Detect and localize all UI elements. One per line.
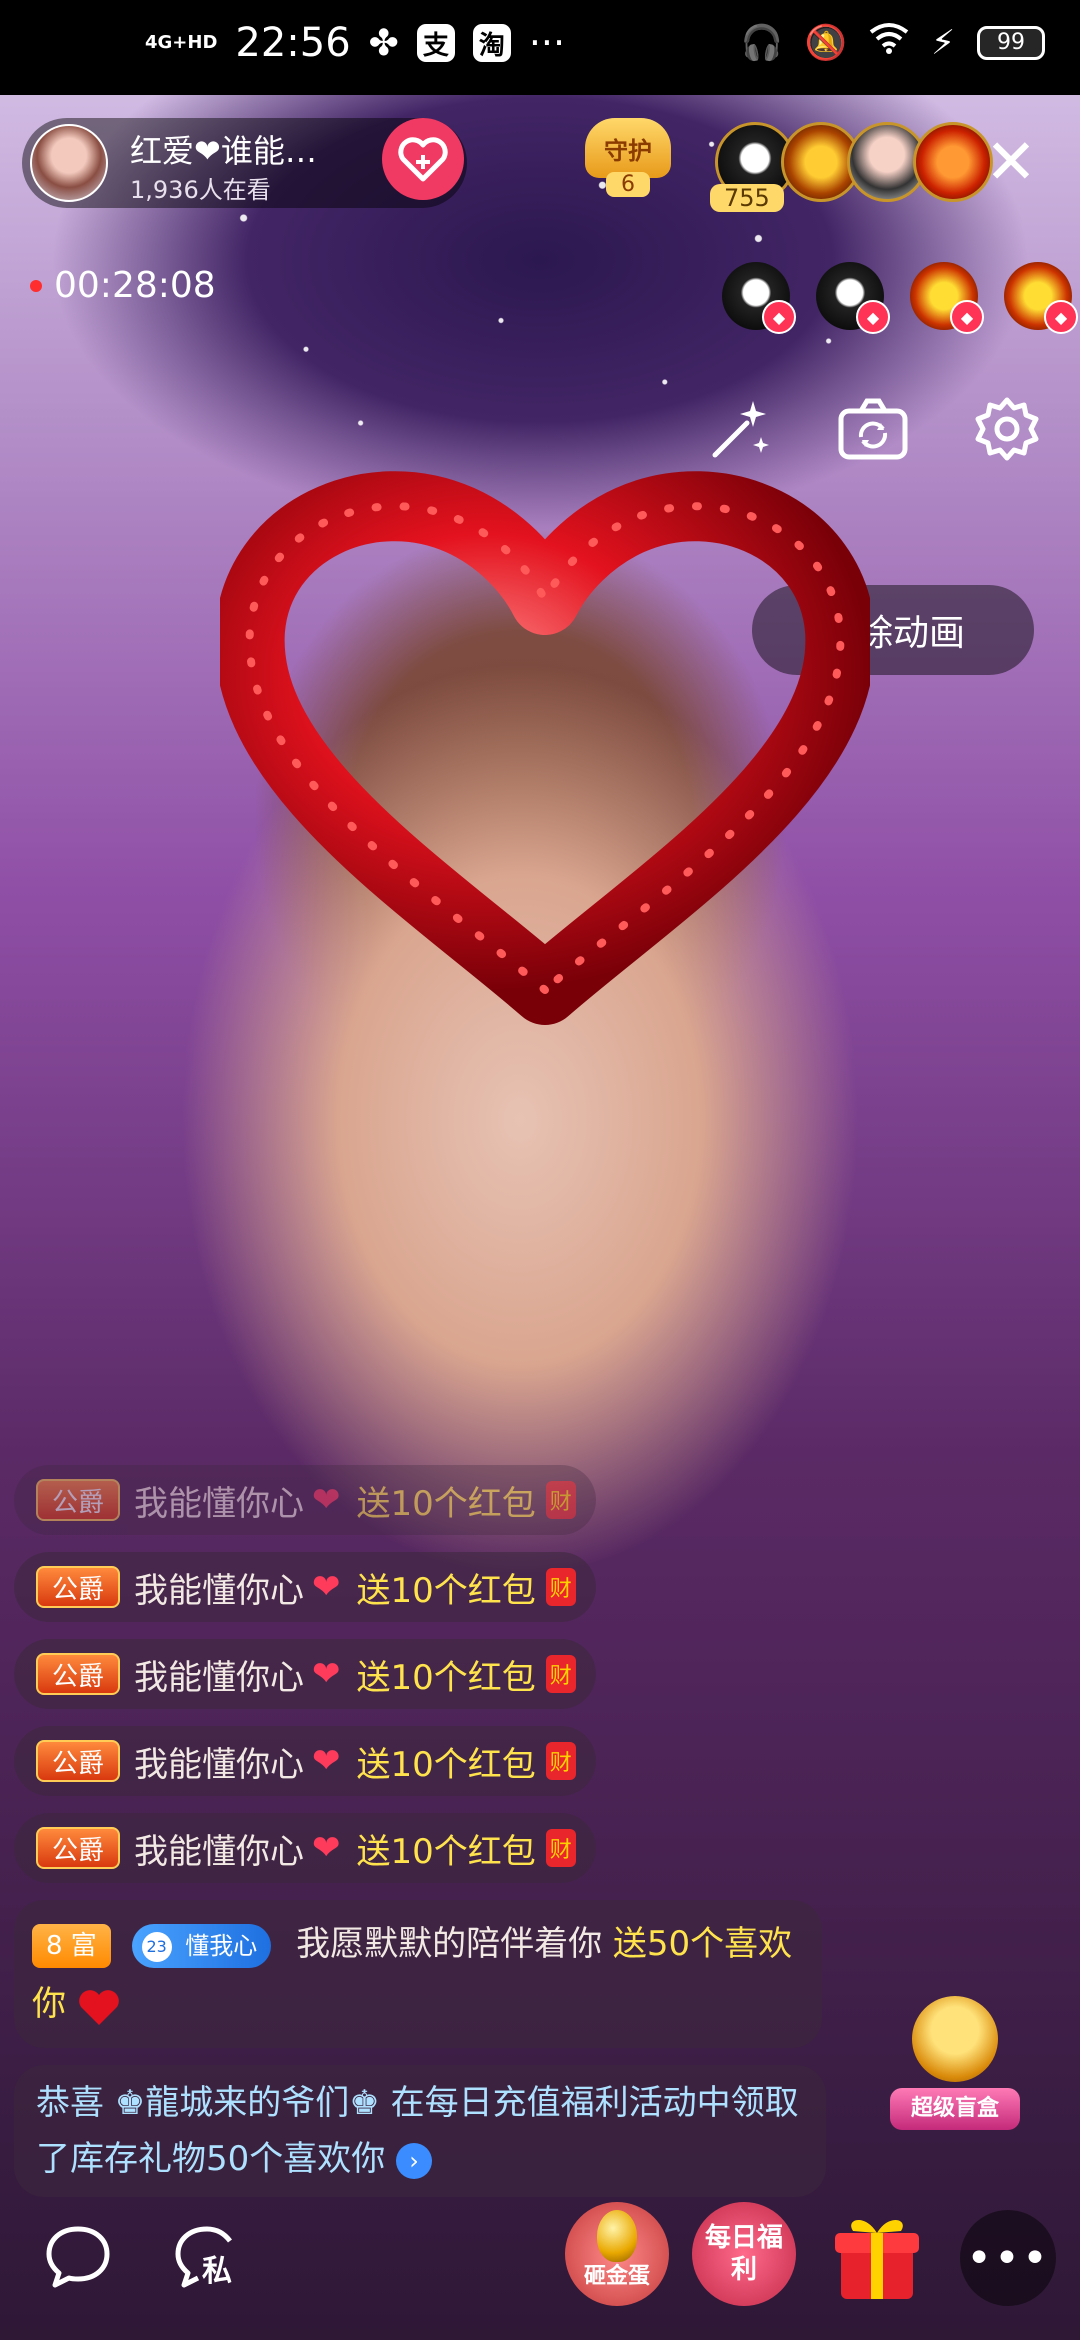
seat-icon: ◆ <box>762 300 796 334</box>
red-packet-icon: 财 <box>545 1655 576 1693</box>
beauty-wand-icon[interactable] <box>700 390 778 468</box>
guardian-avatar[interactable]: ◆ <box>910 262 984 334</box>
live-duration: 00:28:08 <box>54 265 216 306</box>
heart-ball-icon <box>77 1986 121 2026</box>
host-name: 红爱❤谁能… <box>130 132 317 170</box>
gift-text: 送10个红包 <box>356 1570 536 1611</box>
system-message[interactable]: 恭喜 ♚龍城来的爷们♚ 在每日充值福利活动中领取了库存礼物50个喜欢你 › <box>14 2065 826 2197</box>
mystery-box-icon <box>912 1996 998 2082</box>
guardian-label: 守护 <box>585 118 671 178</box>
top-viewer-score: 755 <box>710 184 784 212</box>
golden-egg-button[interactable]: 砸金蛋 <box>565 2202 669 2306</box>
status-bar: 4G+HD 22:56 ✤ 支 淘 ··· 🎧 🔕 ⚡ 99 <box>0 0 1080 95</box>
network-indicator: 4G+HD <box>145 32 218 53</box>
rank-badge: 公爵 <box>36 1740 121 1782</box>
fan-club-badge: 23 懂我心 <box>131 1923 272 1968</box>
heart-plus-icon <box>398 137 448 182</box>
wifi-icon <box>869 22 909 63</box>
golden-egg-icon <box>597 2210 637 2262</box>
gift-button[interactable] <box>822 2200 932 2310</box>
fan-level: 23 <box>141 1931 172 1962</box>
heart-icon: ❤ <box>312 1741 341 1781</box>
battery-icon: 99 <box>977 25 1045 60</box>
chat-message[interactable]: 公爵 我能懂你心 ❤ 送10个红包 财 <box>14 1552 596 1622</box>
chat-message[interactable]: 公爵 我能懂你心 ❤ 送10个红包 财 <box>14 1726 596 1796</box>
gift-box-icon <box>835 2219 919 2299</box>
alipay-icon: 支 <box>416 24 455 62</box>
guardian-badge[interactable]: 守护 6 <box>585 118 671 208</box>
chat-message[interactable]: 公爵 我能懂你心 ❤ 送10个红包 财 <box>14 1465 596 1535</box>
red-packet-icon: 财 <box>545 1568 576 1606</box>
more-dots-icon: ••• <box>966 2232 1050 2284</box>
guardian-avatar[interactable]: ◆ <box>1004 262 1078 334</box>
rich-level-badge: 8 富 <box>32 1923 111 1968</box>
mystery-box-label: 超级盲盒 <box>890 2088 1020 2130</box>
charging-icon: ⚡ <box>931 22 955 63</box>
gift-text: 送10个红包 <box>356 1657 536 1698</box>
viewer-avatar[interactable] <box>913 122 993 202</box>
private-message-button[interactable]: 私 <box>158 2206 258 2306</box>
close-icon[interactable]: ✕ <box>985 131 1037 193</box>
red-packet-icon: 财 <box>545 1829 576 1867</box>
rank-badge: 公爵 <box>36 1479 121 1521</box>
heart-icon: ❤ <box>312 1654 341 1694</box>
guardian-avatar[interactable]: ◆ <box>816 262 890 334</box>
chat-message[interactable]: 公爵 我能懂你心 ❤ 送10个红包 财 <box>14 1813 596 1883</box>
gift-text: 送10个红包 <box>356 1744 536 1785</box>
private-label: 私 <box>202 2254 232 2289</box>
daily-welfare-button[interactable]: 每日福利 <box>692 2202 796 2306</box>
chat-message[interactable]: 公爵 我能懂你心 ❤ 送10个红包 财 <box>14 1639 596 1709</box>
heart-icon: ❤ <box>312 1567 341 1607</box>
gift-text: 送10个红包 <box>356 1483 536 1524</box>
guardian-avatar[interactable]: ◆ <box>722 262 796 334</box>
fan-club-name: 懂我心 <box>185 1931 258 1960</box>
chat-username[interactable]: 我能懂你心 <box>134 1563 304 1612</box>
bell-muted-icon: 🔕 <box>804 22 848 63</box>
rank-badge: 公爵 <box>36 1566 121 1608</box>
gift-text: 送10个红包 <box>356 1831 536 1872</box>
golden-egg-label: 砸金蛋 <box>583 2264 650 2289</box>
seat-icon: ◆ <box>950 300 984 334</box>
headphones-icon: 🎧 <box>740 22 783 63</box>
clock: 22:56 <box>235 20 351 66</box>
seat-icon: ◆ <box>856 300 890 334</box>
host-avatar[interactable] <box>30 124 108 202</box>
chat-bubble-icon <box>46 2226 110 2288</box>
more-button[interactable]: ••• <box>960 2210 1056 2306</box>
recording-dot-icon <box>30 279 42 292</box>
chat-username[interactable]: 我能懂你心 <box>134 1650 304 1699</box>
follow-button[interactable] <box>382 118 464 200</box>
chat-username[interactable]: 我能懂你心 <box>134 1476 304 1525</box>
chat-username[interactable]: 我能懂你心 <box>134 1737 304 1786</box>
chat-feed: 公爵 我能懂你心 ❤ 送10个红包 财 公爵 我能懂你心 ❤ 送10个红包 财 … <box>14 1465 826 2214</box>
chat-text: 我愿默默的陪伴着你 <box>296 1924 603 1964</box>
flip-camera-icon[interactable] <box>834 390 912 468</box>
rank-badge: 公爵 <box>36 1653 121 1695</box>
bottom-bar: 私 砸金蛋 每日福利 ••• <box>0 2190 1080 2340</box>
viewer-count: 1,936人在看 <box>130 176 271 204</box>
daily-welfare-label: 每日福利 <box>704 2223 783 2285</box>
chat-message-rich[interactable]: 8 富 23 懂我心 我愿默默的陪伴着你 送50个喜欢你 <box>14 1900 822 2048</box>
heart-icon: ❤ <box>312 1828 341 1868</box>
red-packet-icon: 财 <box>545 1742 576 1780</box>
guardian-count: 6 <box>606 172 650 197</box>
heart-icon: ❤ <box>312 1480 341 1520</box>
chat-username[interactable]: 我能懂你心 <box>134 1824 304 1873</box>
live-timer: 00:28:08 <box>30 265 216 306</box>
comment-button[interactable] <box>28 2206 128 2306</box>
red-packet-icon: 财 <box>545 1481 576 1519</box>
chevron-right-icon[interactable]: › <box>396 2142 433 2179</box>
pinwheel-icon: ✤ <box>368 22 399 64</box>
seat-icon: ◆ <box>1044 300 1078 334</box>
rank-badge: 公爵 <box>36 1827 121 1869</box>
settings-gear-icon[interactable] <box>968 390 1046 468</box>
taobao-icon: 淘 <box>472 24 511 62</box>
guardian-row: ◆ ◆ ◆ ◆ <box>722 262 1078 334</box>
super-mystery-box[interactable]: 超级盲盒 <box>890 1990 1020 2130</box>
more-notifications-icon: ··· <box>528 21 566 65</box>
heart-gift-animation <box>220 471 870 1025</box>
